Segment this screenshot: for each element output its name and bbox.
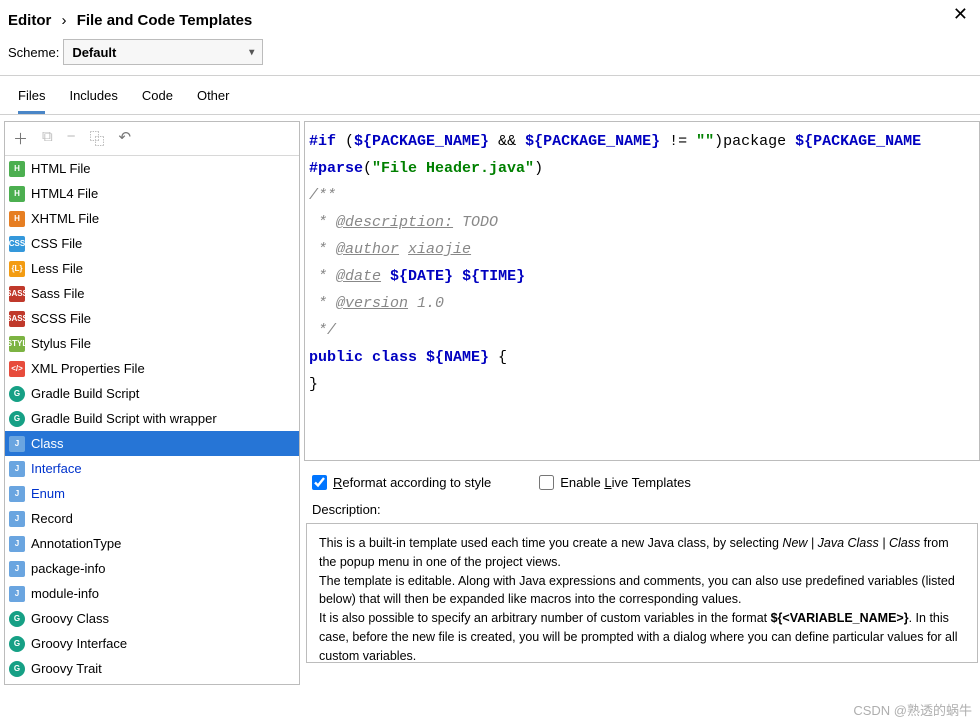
tab-includes[interactable]: Includes	[69, 88, 117, 114]
scheme-label: Scheme:	[8, 45, 59, 60]
list-item[interactable]: H XHTML File	[5, 206, 299, 231]
file-type-icon: {L}	[9, 261, 25, 277]
tab-files[interactable]: Files	[18, 88, 45, 114]
file-type-icon: J	[9, 536, 25, 552]
scheme-value: Default	[72, 45, 116, 60]
list-item[interactable]: SASS Sass File	[5, 281, 299, 306]
breadcrumb-current: File and Code Templates	[77, 12, 253, 29]
list-item[interactable]: J Enum	[5, 481, 299, 506]
list-item[interactable]: CSS CSS File	[5, 231, 299, 256]
list-item-label: Less File	[31, 261, 83, 276]
file-type-icon: J	[9, 486, 25, 502]
list-toolbar: ＋ ⧉ − ⿻ ↶	[5, 122, 299, 156]
list-item-label: Groovy Class	[31, 611, 109, 626]
list-item-label: Sass File	[31, 286, 84, 301]
close-icon[interactable]: ✕	[953, 4, 968, 25]
list-item-label: XML Properties File	[31, 361, 145, 376]
chevron-down-icon: ▾	[249, 47, 254, 58]
file-type-icon: G	[9, 611, 25, 627]
list-item-label: Gradle Build Script with wrapper	[31, 411, 217, 426]
file-type-icon: STYL	[9, 336, 25, 352]
file-type-icon: G	[9, 661, 25, 677]
list-item[interactable]: H HTML File	[5, 156, 299, 181]
list-item-label: Enum	[31, 486, 65, 501]
list-item[interactable]: G Gradle Build Script	[5, 381, 299, 406]
undo-icon[interactable]: ↶	[119, 128, 132, 149]
description-label: Description:	[304, 500, 980, 523]
file-type-icon: CSS	[9, 236, 25, 252]
breadcrumb-sep: ›	[62, 12, 67, 29]
list-item[interactable]: </> XML Properties File	[5, 356, 299, 381]
add-icon[interactable]: ＋	[13, 128, 28, 149]
list-item[interactable]: J Interface	[5, 456, 299, 481]
file-type-icon: G	[9, 386, 25, 402]
tab-code[interactable]: Code	[142, 88, 173, 114]
list-item-label: package-info	[31, 561, 105, 576]
file-type-icon: J	[9, 511, 25, 527]
list-item[interactable]: G Groovy Trait	[5, 656, 299, 681]
copy-icon[interactable]: ⿻	[90, 128, 105, 149]
watermark: CSDN @熟透的蜗牛	[853, 700, 972, 719]
list-item-label: XHTML File	[31, 211, 99, 226]
list-item[interactable]: J Record	[5, 506, 299, 531]
file-type-icon: J	[9, 436, 25, 452]
list-item-label: AnnotationType	[31, 536, 121, 551]
template-list-panel: ＋ ⧉ − ⿻ ↶ H HTML File H HTML4 File H XHTML Fi…	[4, 121, 300, 685]
file-type-icon: J	[9, 561, 25, 577]
breadcrumb-parent[interactable]: Editor	[8, 12, 51, 29]
scheme-dropdown[interactable]: Default ▾	[63, 39, 263, 65]
list-item[interactable]: STYL Stylus File	[5, 331, 299, 356]
file-type-icon: H	[9, 186, 25, 202]
reformat-checkbox-label[interactable]: Reformat according to style	[312, 475, 491, 490]
list-item[interactable]: J Class	[5, 431, 299, 456]
list-item-label: CSS File	[31, 236, 82, 251]
list-item[interactable]: G Gradle Build Script with wrapper	[5, 406, 299, 431]
file-type-icon: G	[9, 636, 25, 652]
description-box: This is a built-in template used each ti…	[306, 523, 978, 663]
list-item-label: Class	[31, 436, 64, 451]
file-type-icon: J	[9, 461, 25, 477]
remove-icon[interactable]: −	[67, 128, 76, 149]
list-item-label: Interface	[31, 461, 82, 476]
file-type-icon: G	[9, 411, 25, 427]
list-item-label: Record	[31, 511, 73, 526]
list-item-label: Stylus File	[31, 336, 91, 351]
file-type-icon: </>	[9, 361, 25, 377]
live-templates-checkbox[interactable]	[539, 475, 554, 490]
breadcrumb: Editor › File and Code Templates	[0, 0, 980, 35]
list-item-label: SCSS File	[31, 311, 91, 326]
tab-other[interactable]: Other	[197, 88, 230, 114]
list-item[interactable]: G Groovy Interface	[5, 631, 299, 656]
list-item[interactable]: {L} Less File	[5, 256, 299, 281]
list-item[interactable]: Jpackage-info	[5, 556, 299, 581]
list-item[interactable]: SASS SCSS File	[5, 306, 299, 331]
list-item-label: module-info	[31, 586, 99, 601]
file-type-icon: J	[9, 586, 25, 602]
list-item-label: HTML File	[31, 161, 90, 176]
list-item[interactable]: G Groovy Class	[5, 606, 299, 631]
file-list: H HTML File H HTML4 File H XHTML File CSS CSS F…	[5, 156, 299, 684]
copy-template-icon[interactable]: ⧉	[42, 128, 53, 149]
file-type-icon: SASS	[9, 311, 25, 327]
list-item-label: Gradle Build Script	[31, 386, 139, 401]
file-type-icon: SASS	[9, 286, 25, 302]
file-type-icon: H	[9, 161, 25, 177]
list-item[interactable]: Jmodule-info	[5, 581, 299, 606]
file-type-icon: H	[9, 211, 25, 227]
list-item-label: Groovy Trait	[31, 661, 102, 676]
reformat-checkbox[interactable]	[312, 475, 327, 490]
list-item-label: Groovy Interface	[31, 636, 127, 651]
list-item-label: HTML4 File	[31, 186, 98, 201]
tabs: Files Includes Code Other	[0, 76, 980, 115]
live-templates-checkbox-label[interactable]: Enable Live Templates	[539, 475, 691, 490]
list-item[interactable]: J AnnotationType	[5, 531, 299, 556]
list-item[interactable]: H HTML4 File	[5, 181, 299, 206]
code-editor[interactable]: #if (${PACKAGE_NAME} && ${PACKAGE_NAME} …	[304, 121, 980, 461]
